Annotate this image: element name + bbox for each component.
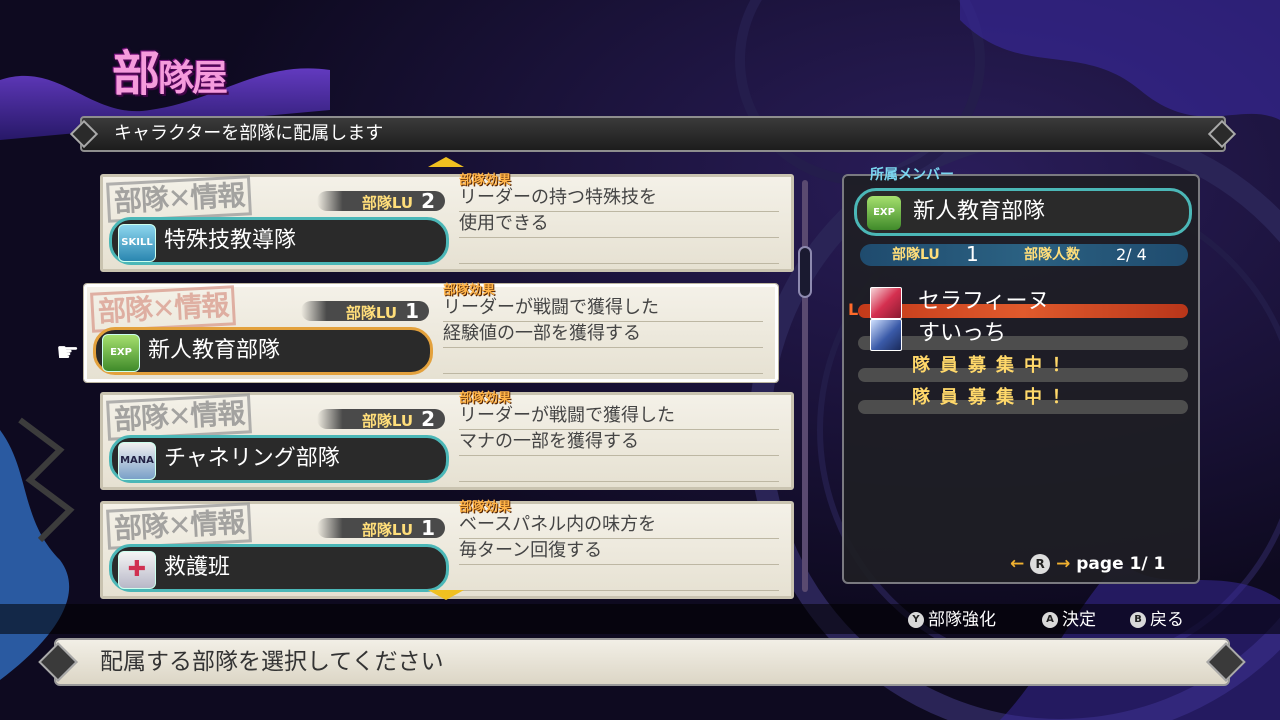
squad-name: 新人教育部隊 [148, 338, 281, 363]
pager[interactable]: ← R → page 1/ 1 [1010, 554, 1165, 574]
squad-level: 部隊LU 2 [317, 191, 445, 212]
r-button-icon: R [1030, 554, 1051, 574]
squad-card-1[interactable]: 部隊✕情報 部隊LU 1 EXP 新人教育部隊 部隊効果 リーダーが戦闘で獲得した… [84, 283, 778, 382]
a-button-icon: A [1042, 612, 1058, 628]
medic-icon: ✚ [118, 551, 156, 589]
hint-confirm[interactable]: A 決定 [1042, 608, 1096, 632]
squad-info-stamp: 部隊✕情報 [106, 175, 253, 223]
effect-line-2: マナの一部を獲得する [459, 429, 779, 456]
header-bar: キャラクターを部隊に配属します [69, 116, 1237, 152]
effect-line-2: 毎ターン回復する [459, 538, 779, 565]
level-value: 1 [966, 242, 979, 266]
page-value: 1/ 1 [1129, 554, 1166, 574]
page-prev-icon[interactable]: ← [1010, 554, 1024, 574]
squad-info-stamp: 部隊✕情報 [106, 502, 253, 550]
effect-line-1: リーダーの持つ特殊技を [459, 185, 779, 212]
effect-line-1: ベースパネル内の味方を [459, 512, 779, 539]
effect-line-2: 経験値の一部を獲得する [443, 321, 763, 348]
page-title: 部隊屋 [112, 46, 228, 102]
mana-icon: MANA [118, 442, 156, 480]
effect-rule [459, 481, 779, 482]
squad-name-plate: EXP 新人教育部隊 [93, 327, 433, 375]
level-label: 部隊LU [892, 247, 940, 263]
scroll-down-arrow[interactable] [428, 590, 464, 600]
hint-upgrade[interactable]: Y 部隊強化 [908, 608, 996, 632]
squad-info-stamp: 部隊✕情報 [106, 393, 253, 441]
hint-back[interactable]: B 戻る [1130, 608, 1184, 632]
scrollbar-track[interactable] [802, 180, 808, 592]
effect-rule [459, 263, 779, 264]
count-label: 部隊人数 [1024, 247, 1080, 263]
squad-name-plate: ✚ 救護班 [109, 544, 449, 592]
effect-rule [459, 590, 779, 591]
squad-name: 救護班 [164, 555, 231, 580]
squad-name-plate: SKILL 特殊技教導隊 [109, 217, 449, 265]
scrollbar-thumb[interactable] [798, 246, 812, 298]
member-panel-title: 所属メンバー [870, 167, 954, 183]
header-text: キャラクターを部隊に配属します [114, 123, 384, 144]
squad-name: チャネリング部隊 [164, 446, 340, 471]
squad-card-0[interactable]: 部隊✕情報 部隊LU 2 SKILL 特殊技教導隊 部隊効果 リーダーの持つ特殊技… [100, 173, 794, 272]
squad-info-stamp: 部隊✕情報 [90, 285, 237, 333]
squad-level: 部隊LU 1 [317, 518, 445, 539]
scroll-up-arrow[interactable] [428, 157, 464, 167]
squad-card-3[interactable]: 部隊✕情報 部隊LU 1 ✚ 救護班 部隊効果 ベースパネル内の味方を 毎ターン回… [100, 500, 794, 599]
leader-mark: L [848, 300, 859, 319]
exp-icon: EXP [102, 334, 140, 372]
skill-icon: SKILL [118, 224, 156, 262]
squad-level: 部隊LU 2 [317, 409, 445, 430]
squad-name: 特殊技教導隊 [164, 228, 297, 253]
squad-card-2[interactable]: 部隊✕情報 部隊LU 2 MANA チャネリング部隊 部隊効果 リーダーが戦闘で獲… [100, 391, 794, 490]
recruit-text: 隊員募集中！ [912, 387, 1080, 408]
member-name: すいっち [918, 321, 1007, 346]
member-name: セラフィーヌ [918, 289, 1050, 314]
recruit-text: 隊員募集中！ [912, 355, 1080, 376]
message-bar: 配属する部隊を選択してください [38, 638, 1246, 686]
y-button-icon: Y [908, 612, 924, 628]
member-panel-squad-name: 新人教育部隊 [913, 199, 1046, 224]
member-slot-1[interactable] [858, 336, 1188, 350]
member-panel-info: 部隊LU 1 部隊人数 2/ 4 [860, 242, 1188, 266]
member-panel-squad: EXP 新人教育部隊 [854, 188, 1192, 236]
effect-line-1: リーダーが戦闘で獲得した [459, 403, 779, 430]
count-value: 2/ 4 [1116, 245, 1147, 264]
pointer-hand-icon: ☛ [56, 338, 80, 368]
exp-icon: EXP [867, 196, 901, 230]
page-next-icon[interactable]: → [1056, 554, 1070, 574]
member-avatar [870, 287, 902, 319]
effect-line-1: リーダーが戦闘で獲得した [443, 295, 763, 322]
message-text: 配属する部隊を選択してください [100, 649, 444, 675]
b-button-icon: B [1130, 612, 1146, 628]
squad-name-plate: MANA チャネリング部隊 [109, 435, 449, 483]
effect-rule [443, 373, 763, 374]
effect-line-2: 使用できる [459, 211, 779, 238]
member-avatar [870, 319, 902, 351]
page-label: page [1076, 554, 1124, 574]
squad-level: 部隊LU 1 [301, 301, 429, 322]
